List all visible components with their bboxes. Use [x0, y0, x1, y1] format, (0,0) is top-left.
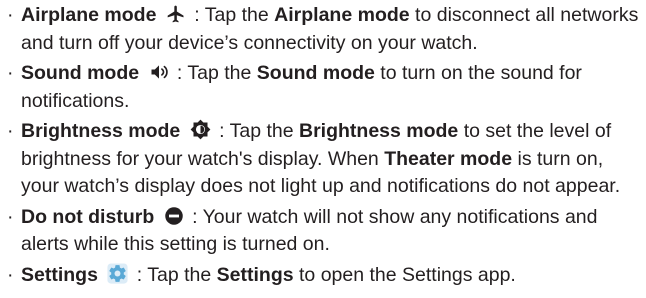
strong-settings: Settings — [216, 263, 294, 286]
speaker-icon — [149, 62, 169, 82]
term-sound-mode: Sound mode — [21, 62, 140, 84]
bullet: · — [7, 120, 14, 142]
list-item-brightness-mode: · Brightness mode : Tap the Brightness m… — [7, 119, 621, 197]
quick-settings-list: · Airplane mode : Tap the Airplane mode … — [7, 2, 639, 292]
list-item-sound-mode: · Sound mode : Tap the Sound mode to tur… — [7, 62, 582, 112]
bullet: · — [7, 263, 14, 286]
strong-sound-mode: Sound mode — [256, 62, 375, 84]
airplane-icon — [166, 4, 186, 24]
bullet: · — [7, 4, 14, 26]
bullet: · — [7, 205, 14, 228]
list-item-do-not-disturb: · Do not disturb : Your watch will not s… — [7, 205, 598, 256]
term-brightness-mode: Brightness mode — [21, 120, 181, 142]
list-item-airplane-mode: · Airplane mode : Tap the Airplane mode … — [7, 4, 639, 54]
strong-brightness-mode: Brightness mode — [299, 120, 459, 142]
term-airplane-mode: Airplane mode — [21, 4, 157, 26]
settings-gear-icon — [107, 262, 128, 284]
bullet: · — [7, 62, 14, 84]
do-not-disturb-icon — [164, 206, 184, 226]
brightness-icon — [190, 119, 211, 140]
strong-theater-mode: Theater mode — [384, 147, 513, 170]
strong-airplane-mode: Airplane mode — [274, 4, 410, 26]
term-do-not-disturb: Do not disturb — [21, 205, 155, 228]
term-settings: Settings — [21, 263, 98, 286]
list-item-settings: · Settings : Tap the Settings to open th… — [7, 262, 639, 290]
